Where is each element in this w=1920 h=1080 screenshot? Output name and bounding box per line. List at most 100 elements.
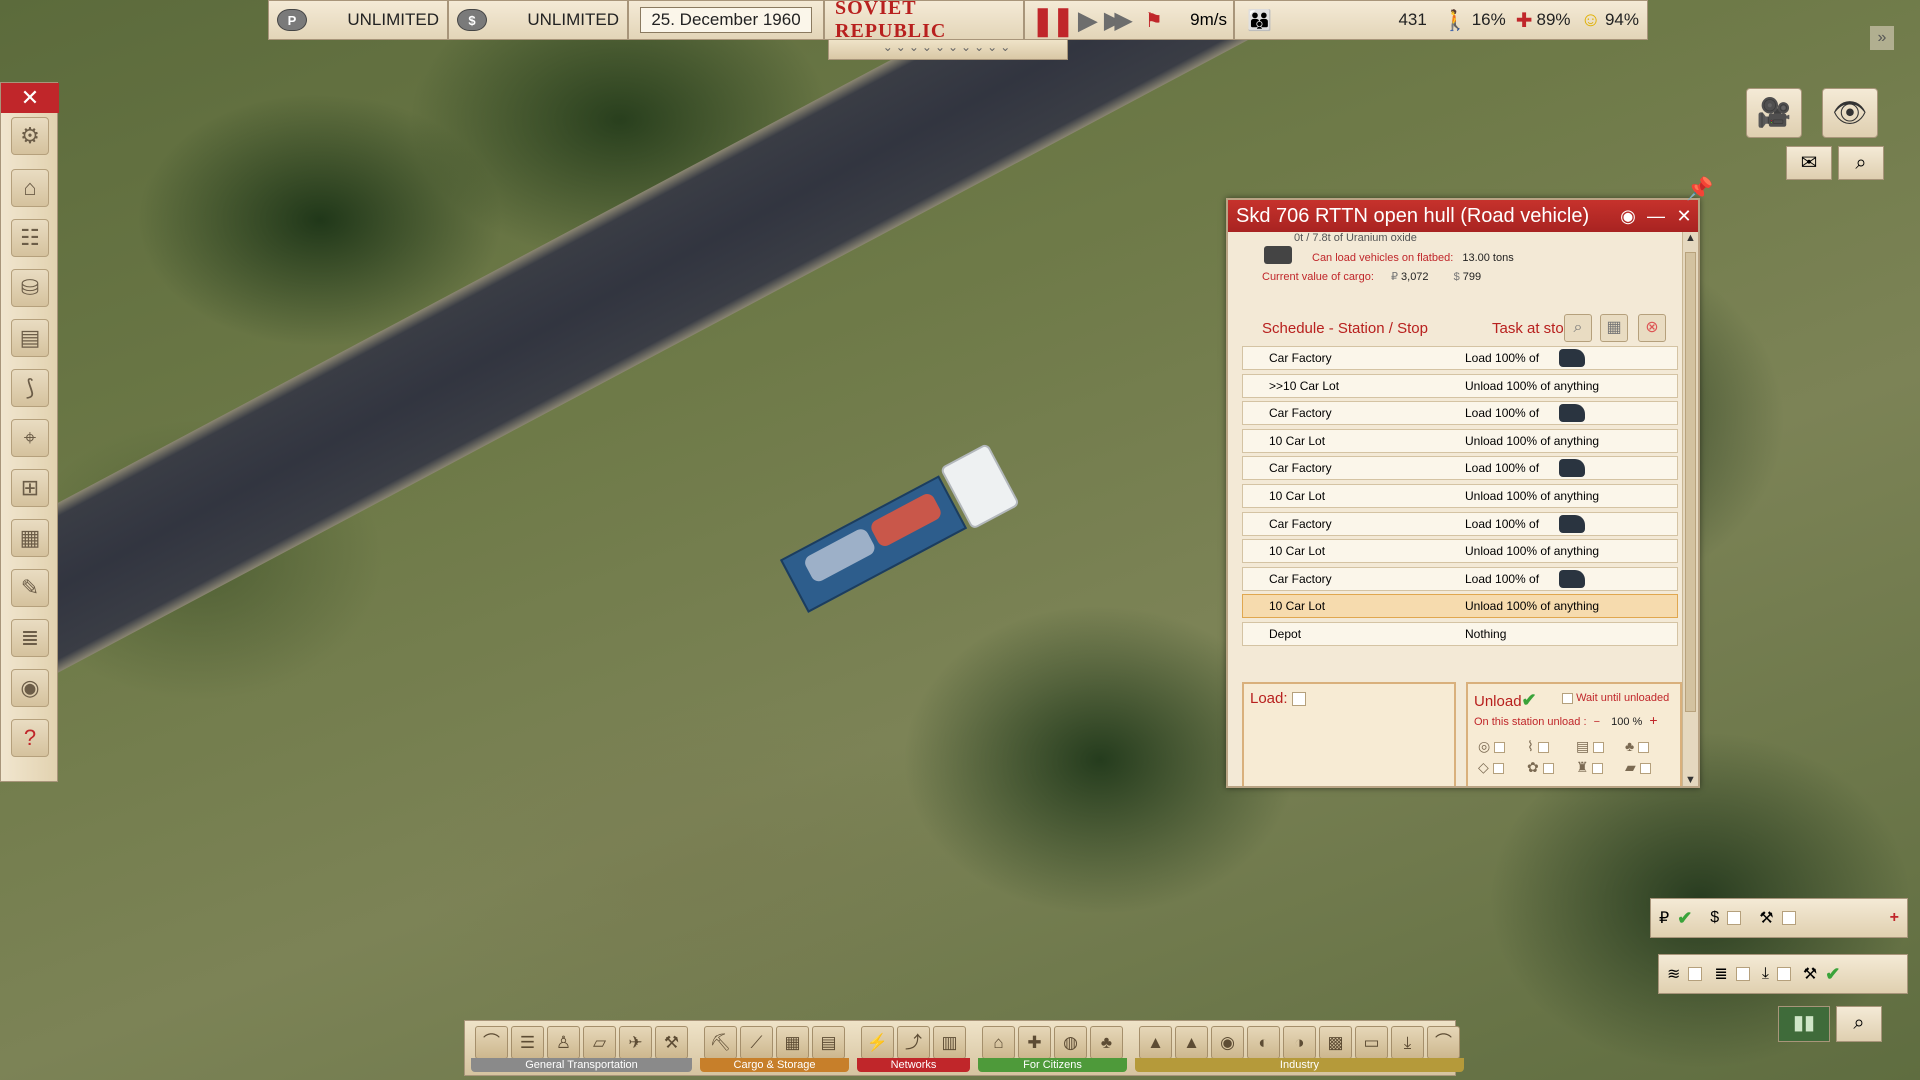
money-icon[interactable]: ⛁ — [11, 269, 49, 307]
hospital-icon[interactable]: ✚ — [1018, 1026, 1051, 1059]
location-pin-icon[interactable]: ⌖ — [11, 419, 49, 457]
terrain-layer-checkbox[interactable] — [1688, 967, 1703, 981]
rubles-filter-check-icon[interactable]: ✔ — [1677, 908, 1692, 929]
pollution-layer-icon[interactable]: ≣ — [1714, 964, 1727, 984]
schedule-row[interactable]: >>10 Car Lot Unload 100% of anything — [1242, 373, 1678, 398]
food-factory-icon[interactable]: ◐ — [1247, 1026, 1280, 1059]
schedule-row[interactable]: 10 Car Lot Unload 100% of anything — [1242, 539, 1678, 564]
statistics-icon[interactable]: ≣ — [11, 619, 49, 657]
schedule-settings-icon[interactable]: ▦ — [1600, 314, 1628, 342]
add-building-icon[interactable]: ⊞ — [11, 469, 49, 507]
zoom-search-icon[interactable]: ⌕ — [1836, 1006, 1882, 1042]
buildings-icon[interactable]: ⌂ — [11, 169, 49, 207]
resource-food-icon[interactable]: ♣ — [1625, 738, 1674, 755]
power-line-icon[interactable]: ⚡ — [861, 1026, 894, 1059]
construction-icon[interactable]: ▭ — [1355, 1026, 1388, 1059]
park-icon[interactable]: ♣ — [1090, 1026, 1123, 1059]
download-icon[interactable]: ⌒ — [1427, 1026, 1460, 1059]
download-layer-checkbox[interactable] — [1776, 967, 1791, 981]
car-cargo-icon[interactable] — [1559, 569, 1585, 588]
settings-icon[interactable]: ⚙ — [11, 117, 49, 155]
scroll-up-icon[interactable]: ▲ — [1683, 232, 1698, 244]
mine-icon[interactable]: ▲ — [1139, 1026, 1172, 1059]
toolbar-group-label[interactable]: Networks — [857, 1058, 970, 1072]
vehicle-window-titlebar[interactable]: Skd 706 RTTN open hull (Road vehicle) ◉ … — [1228, 200, 1698, 232]
tools-layer-icon[interactable]: ⚒ — [1803, 964, 1817, 984]
rail-icon[interactable]: ☰ — [511, 1026, 544, 1059]
decrease-icon[interactable]: − — [1594, 716, 1600, 728]
rubles-counter[interactable]: P UNLIMITED — [268, 0, 448, 40]
pedestrian-icon[interactable]: ♙ — [547, 1026, 580, 1059]
topbar-dropdown[interactable]: ⌄⌄⌄⌄⌄⌄⌄⌄⌄⌄ — [828, 40, 1068, 60]
fast-forward-icon[interactable]: ▶▶ — [1104, 6, 1133, 35]
dollars-counter[interactable]: $ UNLIMITED — [448, 0, 628, 40]
resource-clothes-icon[interactable]: ♜ — [1576, 759, 1625, 776]
road-icon[interactable]: ⌒ — [475, 1026, 508, 1059]
search-icon[interactable]: ⌕ — [1838, 146, 1884, 180]
minimize-icon[interactable]: — — [1642, 206, 1670, 227]
car-cargo-icon[interactable] — [1559, 459, 1585, 478]
water-pipe-icon[interactable]: ⤴ — [897, 1026, 930, 1059]
pollution-layer-checkbox[interactable] — [1735, 967, 1750, 981]
map-icon[interactable]: ⟆ — [11, 369, 49, 407]
editor-icon[interactable]: ✎ — [11, 569, 49, 607]
farm-icon[interactable]: ◑ — [1283, 1026, 1316, 1059]
download-layer-icon[interactable]: ⤓ — [1762, 965, 1769, 983]
date-display[interactable]: 25. December 1960 — [628, 0, 824, 40]
close-toolbar-icon[interactable]: ✕ — [1, 83, 59, 113]
expand-icon[interactable]: » — [1870, 26, 1894, 50]
resource-bricks-icon[interactable]: ▤ — [1576, 738, 1625, 755]
plant-icon[interactable]: ▩ — [1319, 1026, 1352, 1059]
heating-icon[interactable]: ▥ — [933, 1026, 966, 1059]
resource-plants-icon[interactable]: ✿ — [1527, 759, 1576, 776]
help-icon[interactable]: ? — [11, 719, 49, 757]
resource-vehicles-icon[interactable]: ▰ — [1625, 759, 1674, 776]
dollars-filter-checkbox[interactable] — [1727, 911, 1742, 925]
tools-layer-check-icon[interactable]: ✔ — [1825, 964, 1840, 985]
resource-gravel-icon[interactable]: ◎ — [1478, 738, 1527, 755]
mod-icon[interactable]: ▦ — [11, 519, 49, 557]
toolbar-group-label[interactable]: Industry — [1135, 1058, 1464, 1072]
schedule-row[interactable]: 10 Car Lot Unload 100% of anything — [1242, 483, 1678, 508]
play-icon[interactable]: ▶ — [1078, 5, 1098, 36]
schedule-row[interactable]: Depot Nothing — [1242, 621, 1678, 646]
residential-icon[interactable]: ⌂ — [982, 1026, 1015, 1059]
scroll-down-icon[interactable]: ▼ — [1683, 774, 1698, 786]
load-checkbox[interactable] — [1291, 692, 1306, 707]
wait-checkbox[interactable] — [1562, 692, 1573, 704]
toolbar-group-label[interactable]: For Citizens — [978, 1058, 1127, 1072]
dollars-filter-icon[interactable]: $ — [1710, 909, 1719, 927]
car-cargo-icon[interactable] — [1559, 404, 1585, 423]
locate-search-icon[interactable]: ⌕ — [1564, 314, 1592, 342]
eye-icon[interactable]: ◉ — [1614, 206, 1642, 227]
toolbar-group-label[interactable]: Cargo & Storage — [700, 1058, 849, 1072]
citizens-overview-icon[interactable]: ☷ — [11, 219, 49, 257]
truck-vehicle[interactable] — [766, 421, 1034, 640]
chemical-icon[interactable]: ◉ — [1211, 1026, 1244, 1059]
car-cargo-icon[interactable] — [1559, 349, 1585, 367]
rubles-filter-icon[interactable]: ₽ — [1659, 908, 1669, 928]
roadworks-icon[interactable]: ⚒ — [655, 1026, 688, 1059]
warehouse-icon[interactable]: ▦ — [776, 1026, 809, 1059]
scroll-thumb[interactable] — [1685, 252, 1696, 712]
camera-mode-icon[interactable]: 🎥 — [1746, 88, 1802, 138]
add-filter-icon[interactable]: + — [1890, 909, 1899, 927]
toolbar-group-label[interactable]: General Transportation — [471, 1058, 692, 1072]
close-icon[interactable]: ✕ — [1670, 206, 1698, 227]
bridge-icon[interactable]: ▱ — [583, 1026, 616, 1059]
airport-icon[interactable]: ✈ — [619, 1026, 652, 1059]
mail-icon[interactable]: ✉ — [1786, 146, 1832, 180]
notes-icon[interactable]: ▤ — [11, 319, 49, 357]
entertainment-icon[interactable]: ◍ — [1054, 1026, 1087, 1059]
misc-icon[interactable]: ⤓ — [1391, 1026, 1424, 1059]
schedule-row[interactable]: 10 Car Lot Unload 100% of anything — [1242, 594, 1678, 619]
conveyor-icon[interactable]: ⟋ — [740, 1026, 773, 1059]
unload-check-icon[interactable]: ✔ — [1522, 690, 1537, 710]
car-cargo-icon[interactable] — [1559, 514, 1585, 533]
pin-icon[interactable]: 📌 — [1686, 176, 1713, 202]
schedule-row[interactable]: Car Factory Load 100% of — [1242, 401, 1678, 426]
factory-icon[interactable]: ▲ — [1175, 1026, 1208, 1059]
schedule-row[interactable]: Car Factory Load 100% of — [1242, 511, 1678, 536]
bulk-storage-icon[interactable]: ▤ — [812, 1026, 845, 1059]
clear-schedule-icon[interactable]: ⊗ — [1638, 314, 1666, 342]
